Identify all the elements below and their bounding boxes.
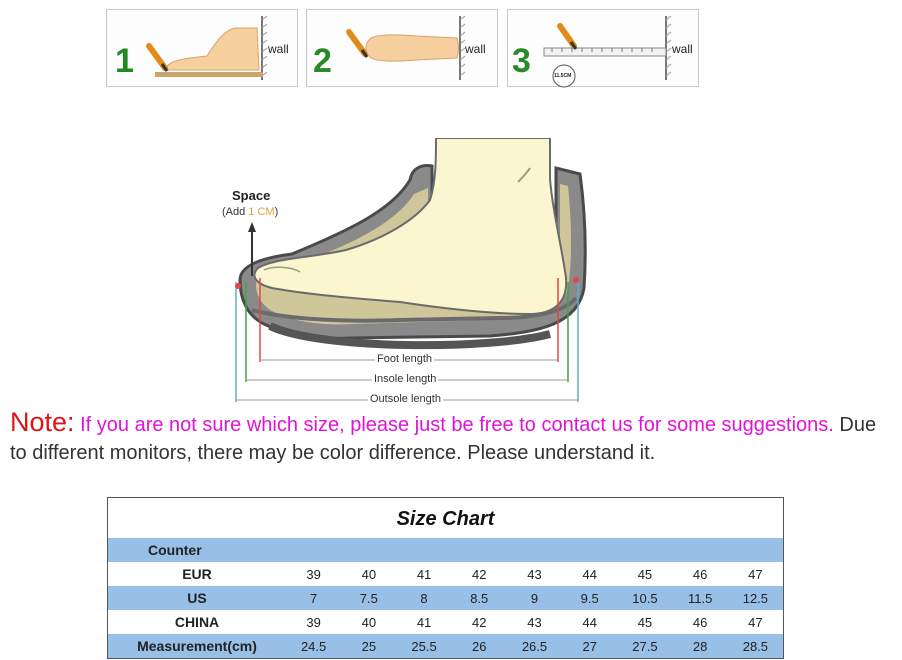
note-label: Note: <box>10 407 75 437</box>
row-label: EUR <box>182 566 212 582</box>
measure-step-2: 2 wall <box>306 9 498 87</box>
wall-label: wall <box>465 42 486 56</box>
contact-suggestion-text: If you are not sure which size, please j… <box>74 414 834 436</box>
size-chart-title: Size Chart <box>396 508 495 530</box>
measurement-readout: 11.5CM <box>554 73 572 79</box>
size-cell: 43 <box>527 566 542 582</box>
size-cell: 42 <box>472 566 487 582</box>
row-label: CHINA <box>174 614 220 630</box>
wall-label: wall <box>672 42 693 56</box>
row-label: Measurement(cm) <box>108 634 286 658</box>
pencil-icon <box>146 43 169 72</box>
size-cell: 43 <box>527 614 542 630</box>
size-cell: 10.5 <box>617 586 673 610</box>
size-cell: 27.5 <box>617 634 673 658</box>
size-cell: 25.5 <box>396 634 452 658</box>
size-cell: 47 <box>748 614 763 630</box>
size-cell: 39 <box>306 614 321 630</box>
size-cell: 27 <box>562 634 618 658</box>
pencil-icon <box>557 23 578 50</box>
size-cell: 28.5 <box>727 634 783 658</box>
measure-step-1: 1 wall <box>106 9 298 87</box>
measure-step-3: 3 wall 11.5CM <box>507 9 699 88</box>
counter-label: Counter <box>108 538 286 562</box>
size-cell: 9.5 <box>562 586 618 610</box>
size-cell: 40 <box>361 614 377 630</box>
size-cell: 42 <box>472 614 487 630</box>
size-chart-table: Size Chart Counter EUR 39 40 41 42 43 44 45 46 47… <box>107 497 784 659</box>
size-cell: 25 <box>341 634 397 658</box>
size-cell: 26 <box>451 634 507 658</box>
table-row: EUR 39 40 41 42 43 44 45 46 47 <box>108 562 783 586</box>
size-cell: 8 <box>396 586 452 610</box>
pencil-icon <box>346 29 369 58</box>
size-cell: 41 <box>416 566 432 582</box>
space-label: Space <box>232 188 271 203</box>
step-number: 3 <box>512 42 531 80</box>
size-cell: 39 <box>306 566 321 582</box>
foot-in-shoe-diagram: Space (Add 1 CM) Foot length Insole leng… <box>200 137 600 413</box>
size-cell: 44 <box>582 614 597 630</box>
step-number: 2 <box>313 42 332 80</box>
size-cell: 46 <box>692 566 708 582</box>
table-row: US 7 7.5 8 8.5 9 9.5 10.5 11.5 12.5 <box>108 586 783 610</box>
size-cell: 26.5 <box>506 634 563 658</box>
size-cell: 45 <box>637 614 653 630</box>
size-cell: 11.5 <box>672 586 728 610</box>
foot-length-label: Foot length <box>375 353 435 365</box>
table-row: Counter <box>108 538 783 562</box>
size-cell: 47 <box>748 566 763 582</box>
size-cell: 7.5 <box>341 586 397 610</box>
wall-label: wall <box>268 42 289 56</box>
sizing-note: Note: If you are not sure which size, pl… <box>10 408 895 467</box>
step-number: 1 <box>115 42 134 80</box>
shoe-cross-section <box>235 137 587 402</box>
size-cell: 24.5 <box>286 634 342 658</box>
size-cell: 44 <box>582 566 597 582</box>
outsole-length-label: Outsole length <box>368 393 443 405</box>
row-label: US <box>108 586 286 610</box>
size-cell: 8.5 <box>451 586 507 610</box>
size-cell: 7 <box>286 586 342 610</box>
size-cell: 12.5 <box>727 586 783 610</box>
size-cell: 41 <box>416 614 432 630</box>
size-cell: 28 <box>672 634 728 658</box>
table-row: CHINA 39 40 41 42 43 44 45 46 47 <box>108 610 783 634</box>
table-row: Measurement(cm) 24.5 25 25.5 26 26.5 27 27.5 28 2… <box>108 634 783 658</box>
size-cell: 46 <box>692 614 708 630</box>
size-cell: 9 <box>506 586 563 610</box>
size-cell: 45 <box>637 566 653 582</box>
insole-length-label: Insole length <box>372 373 439 385</box>
size-table: Counter EUR 39 40 41 42 43 44 45 46 47 US 7 7.5 8 8.5 9… <box>108 538 783 658</box>
space-sublabel: (Add 1 CM) <box>222 206 279 218</box>
size-cell: 40 <box>361 566 377 582</box>
